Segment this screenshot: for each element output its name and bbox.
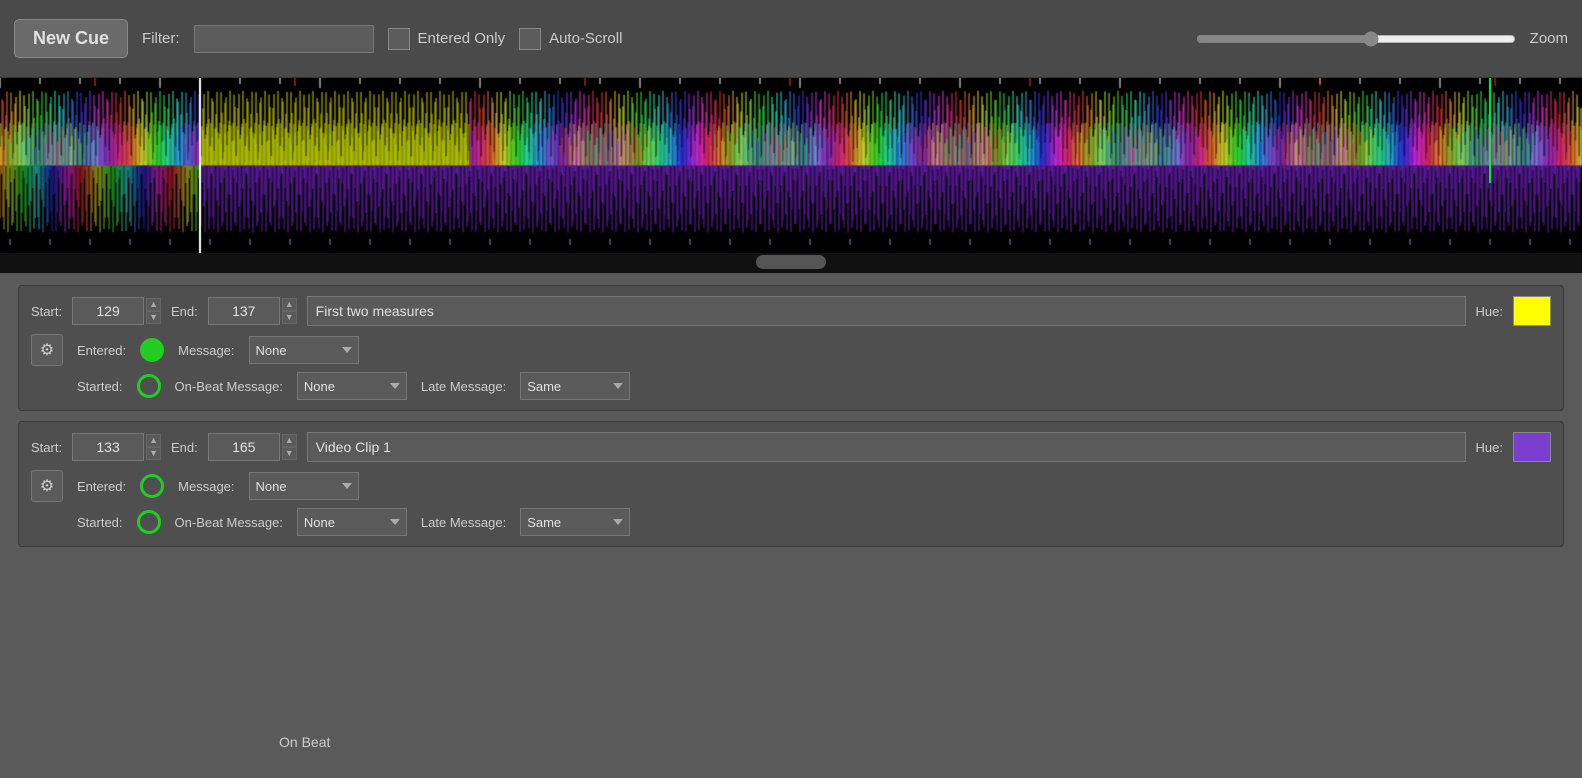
cue2-message-label: Message: (178, 479, 234, 494)
entered-only-label: Entered Only (418, 30, 506, 47)
cue2-started-label: Started: (77, 515, 123, 530)
cue2-row2: ⚙ Entered: Message: None MIDI OSC DMX (31, 470, 1551, 502)
cue1-start-arrows: ▲ ▼ (146, 298, 161, 324)
zoom-label: Zoom (1530, 30, 1568, 47)
cue1-row2: ⚙ Entered: Message: None MIDI OSC DMX (31, 334, 1551, 366)
cue1-name-input[interactable] (307, 296, 1466, 326)
cue1-hue-label: Hue: (1476, 304, 1503, 319)
cue1-start-label: Start: (31, 304, 62, 319)
cue-block-1: Start: ▲ ▼ End: ▲ ▼ Hue: ⚙ Ent (18, 285, 1564, 411)
cue1-late-label: Late Message: (421, 379, 506, 394)
cue2-end-stepper: ▲ ▼ (208, 433, 297, 461)
waveform-container[interactable] (0, 78, 1582, 273)
cue1-row1: Start: ▲ ▼ End: ▲ ▼ Hue: (31, 296, 1551, 326)
cue1-entered-indicator[interactable] (140, 338, 164, 362)
cue2-end-down[interactable]: ▼ (282, 447, 297, 460)
cue1-end-down[interactable]: ▼ (282, 311, 297, 324)
cue2-onbeat-label: On-Beat Message: (175, 515, 283, 530)
cue1-end-stepper: ▲ ▼ (208, 297, 297, 325)
cue2-start-arrows: ▲ ▼ (146, 434, 161, 460)
cue2-entered-indicator[interactable] (140, 474, 164, 498)
cue2-hue-swatch[interactable] (1513, 432, 1551, 462)
cue2-start-stepper: ▲ ▼ (72, 433, 161, 461)
cue2-late-select[interactable]: Same None MIDI OSC (520, 508, 630, 536)
auto-scroll-group: Auto-Scroll (519, 28, 622, 50)
entered-only-group: Entered Only (388, 28, 506, 50)
cue2-end-arrows: ▲ ▼ (282, 434, 297, 460)
cue2-start-label: Start: (31, 440, 62, 455)
cue1-end-arrows: ▲ ▼ (282, 298, 297, 324)
cue2-entered-label: Entered: (77, 479, 126, 494)
cue2-end-label: End: (171, 440, 198, 455)
cue1-start-up[interactable]: ▲ (146, 298, 161, 311)
cue1-end-label: End: (171, 304, 198, 319)
cue2-gear-button[interactable]: ⚙ (31, 470, 63, 502)
cue1-end-up[interactable]: ▲ (282, 298, 297, 311)
cue2-end-up[interactable]: ▲ (282, 434, 297, 447)
cue2-late-label: Late Message: (421, 515, 506, 530)
cue1-end-input[interactable] (208, 297, 280, 325)
waveform-scrollbar[interactable] (756, 255, 826, 269)
auto-scroll-checkbox[interactable] (519, 28, 541, 50)
cue1-onbeat-label: On-Beat Message: (175, 379, 283, 394)
filter-label: Filter: (142, 30, 180, 47)
cue2-start-input[interactable] (72, 433, 144, 461)
cue1-start-down[interactable]: ▼ (146, 311, 161, 324)
cue2-name-input[interactable] (307, 432, 1466, 462)
cue1-message-select[interactable]: None MIDI OSC DMX (249, 336, 359, 364)
cue2-row3: Started: On-Beat Message: None MIDI OSC … (77, 508, 1551, 536)
cue1-message-label: Message: (178, 343, 234, 358)
cue1-started-indicator[interactable] (137, 374, 161, 398)
cue1-start-input[interactable] (72, 297, 144, 325)
zoom-slider[interactable] (1196, 31, 1516, 47)
filter-input[interactable] (194, 25, 374, 53)
entered-only-checkbox[interactable] (388, 28, 410, 50)
cue1-row3: Started: On-Beat Message: None MIDI OSC … (77, 372, 1551, 400)
auto-scroll-label: Auto-Scroll (549, 30, 622, 47)
new-cue-button[interactable]: New Cue (14, 19, 128, 58)
cue1-late-select[interactable]: Same None MIDI OSC (520, 372, 630, 400)
cue2-end-input[interactable] (208, 433, 280, 461)
cue2-row1: Start: ▲ ▼ End: ▲ ▼ Hue: (31, 432, 1551, 462)
cue1-gear-button[interactable]: ⚙ (31, 334, 63, 366)
cue1-entered-label: Entered: (77, 343, 126, 358)
on-beat-label: On Beat (279, 734, 330, 750)
cue1-started-label: Started: (77, 379, 123, 394)
cue2-hue-label: Hue: (1476, 440, 1503, 455)
cue2-message-select[interactable]: None MIDI OSC DMX (249, 472, 359, 500)
cue1-hue-swatch[interactable] (1513, 296, 1551, 326)
cue-block-2: Start: ▲ ▼ End: ▲ ▼ Hue: ⚙ Ent (18, 421, 1564, 547)
toolbar: New Cue Filter: Entered Only Auto-Scroll… (0, 0, 1582, 78)
main-content: Start: ▲ ▼ End: ▲ ▼ Hue: ⚙ Ent (0, 273, 1582, 559)
cue1-onbeat-select[interactable]: None MIDI OSC DMX (297, 372, 407, 400)
cue2-start-up[interactable]: ▲ (146, 434, 161, 447)
cue2-started-indicator[interactable] (137, 510, 161, 534)
waveform-canvas (0, 78, 1582, 253)
cue1-start-stepper: ▲ ▼ (72, 297, 161, 325)
cue2-onbeat-select[interactable]: None MIDI OSC DMX (297, 508, 407, 536)
cue2-start-down[interactable]: ▼ (146, 447, 161, 460)
